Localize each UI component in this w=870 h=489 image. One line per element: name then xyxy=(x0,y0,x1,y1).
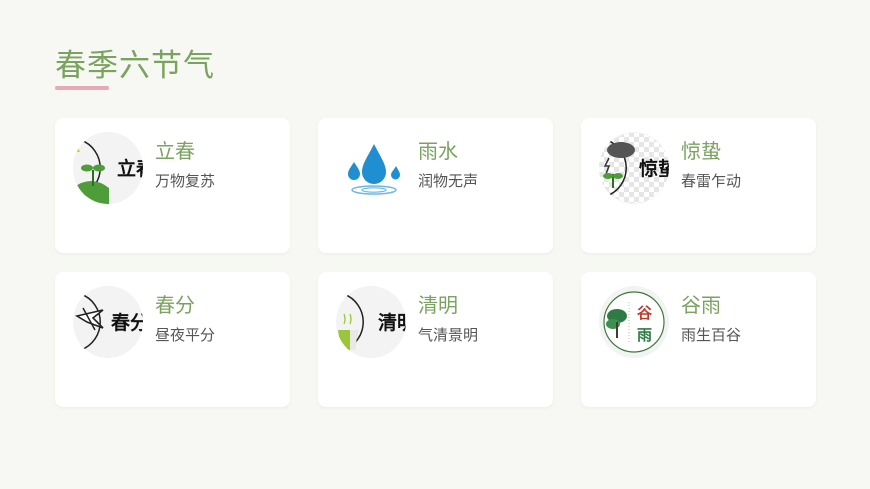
card-qingming[interactable]: 清明 清明 气清景明 xyxy=(318,272,553,407)
svg-text:谷: 谷 xyxy=(637,304,653,322)
title-underline xyxy=(55,86,109,90)
term-description: 气清景明 xyxy=(418,326,479,344)
card-jingzhe[interactable]: 惊蛰 惊蛰 春雷乍动 xyxy=(581,118,816,253)
term-name: 春分 xyxy=(155,293,195,317)
term-name: 谷雨 xyxy=(681,293,721,317)
card-lichun[interactable]: 立春 立春 万物复苏 xyxy=(55,118,290,253)
sprout-icon: 立春 xyxy=(73,132,143,204)
card-yushui[interactable]: 雨水 润物无声 xyxy=(318,118,553,253)
page-title: 春季六节气 xyxy=(55,48,215,84)
raindrop-icon xyxy=(336,132,406,204)
thumb-badge-text: 春分 xyxy=(111,311,143,334)
svg-text:雨: 雨 xyxy=(637,326,652,344)
term-name: 清明 xyxy=(418,293,458,317)
term-description: 润物无声 xyxy=(418,172,479,190)
thumb-badge-text: 清明 xyxy=(378,311,406,334)
term-description: 昼夜平分 xyxy=(155,326,216,344)
teacup-icon: 清明 xyxy=(336,286,406,358)
card-guyu[interactable]: 谷 雨 谷雨 雨生百谷 xyxy=(581,272,816,407)
term-description: 春雷乍动 xyxy=(681,172,742,190)
term-description: 万物复苏 xyxy=(155,172,216,190)
swallow-icon: 春分 xyxy=(73,286,143,358)
tree-seal-icon: 谷 雨 xyxy=(599,286,669,358)
term-name: 惊蛰 xyxy=(681,139,721,163)
term-name: 立春 xyxy=(155,139,195,163)
term-description: 雨生百谷 xyxy=(681,326,742,344)
thunder-cloud-icon: 惊蛰 xyxy=(599,132,669,204)
card-chunfen[interactable]: 春分 春分 昼夜平分 xyxy=(55,272,290,407)
thumb-badge-text: 惊蛰 xyxy=(639,157,669,180)
solar-term-grid: 立春 立春 万物复苏 雨水 润物无声 xyxy=(55,118,816,407)
thumb-badge-text: 立春 xyxy=(117,157,143,180)
term-name: 雨水 xyxy=(418,139,458,163)
